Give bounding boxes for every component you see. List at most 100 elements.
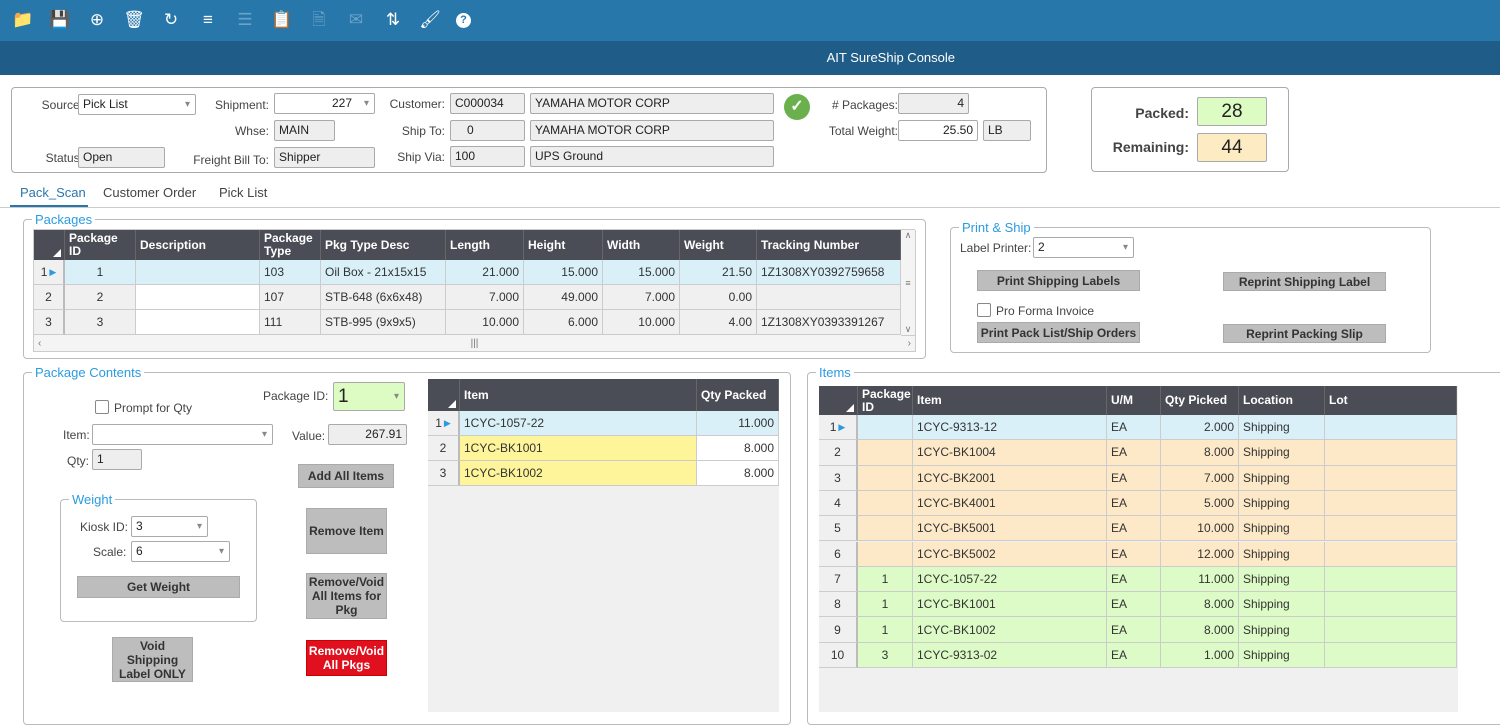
table-cell[interactable]: 103 [260,260,321,285]
table-cell[interactable]: EA [1107,516,1161,542]
row-number[interactable]: 1 ▶ [428,411,460,436]
void-shipping-label-button[interactable]: Void Shipping Label ONLY [112,637,193,682]
row-number[interactable]: 10 [819,642,858,668]
column-header[interactable]: Package ID [858,386,913,415]
label-printer-dropdown[interactable]: 2 [1033,237,1134,258]
table-cell[interactable]: 7.000 [446,285,524,310]
table-cell[interactable]: 1 [858,617,913,643]
row-number[interactable]: 6 [819,541,858,567]
table-cell[interactable]: 11.000 [697,411,779,436]
table-cell[interactable]: Shipping [1239,592,1325,618]
table-cell[interactable]: EA [1107,642,1161,668]
table-cell[interactable]: EA [1107,566,1161,593]
table-cell[interactable]: Shipping [1239,490,1325,517]
table-cell[interactable]: 107 [260,285,321,310]
table-cell[interactable]: 1CYC-BK5002 [913,541,1107,567]
table-cell[interactable]: 21.000 [446,260,524,285]
column-header[interactable]: Weight [680,230,757,260]
table-cell[interactable]: 1CYC-BK2001 [913,465,1107,491]
refresh-icon[interactable]: ↻ [160,9,182,31]
table-cell[interactable] [1325,440,1457,466]
table-cell[interactable]: 1CYC-BK1002 [913,617,1107,643]
item-dropdown[interactable] [92,424,273,445]
help-icon[interactable]: ? [456,13,471,28]
table-cell[interactable]: 1Z1308XY0392759658 [757,260,901,285]
table-cell[interactable] [858,541,913,567]
table-cell[interactable]: EA [1107,541,1161,567]
column-header[interactable]: Tracking Number [757,230,901,260]
column-header[interactable]: Height [524,230,603,260]
vertical-scrollbar[interactable]: ∧ ≡ ∨ [901,230,916,336]
table-cell[interactable]: 8.000 [697,461,779,486]
table-cell[interactable]: 5.000 [1161,490,1239,517]
table-cell[interactable]: EA [1107,617,1161,643]
table-cell[interactable]: 8.000 [1161,440,1239,466]
table-cell[interactable]: 6.000 [524,310,603,335]
column-header[interactable]: Lot [1325,386,1457,415]
table-cell[interactable] [1325,465,1457,491]
table-cell[interactable]: Shipping [1239,642,1325,668]
row-number[interactable]: 1 ▶ [819,415,858,441]
table-cell[interactable]: 1CYC-BK1004 [913,440,1107,466]
row-number[interactable]: 1 ▶ [34,260,65,285]
table-cell[interactable]: 1CYC-BK1002 [460,461,697,486]
table-cell[interactable]: 2 [65,285,136,310]
row-number[interactable]: 3 [34,310,65,335]
table-cell[interactable] [1325,541,1457,567]
table-cell[interactable]: 1CYC-1057-22 [913,566,1107,593]
package-id-dropdown[interactable]: 1 [333,382,405,411]
row-number[interactable]: 3 [819,465,858,491]
table-cell[interactable]: STB-995 (9x9x5) [321,310,446,335]
table-cell[interactable] [136,260,260,285]
column-header[interactable]: Pkg Type Desc [321,230,446,260]
pro-forma-checkbox[interactable] [977,303,991,317]
print-shipping-labels-button[interactable]: Print Shipping Labels [977,270,1140,291]
table-cell[interactable]: 111 [260,310,321,335]
add-all-items-button[interactable]: Add All Items [298,464,394,488]
table-cell[interactable] [1325,415,1457,441]
reprint-shipping-label-button[interactable]: Reprint Shipping Label [1223,272,1386,291]
table-cell[interactable]: 3 [65,310,136,335]
table-cell[interactable]: 15.000 [603,260,680,285]
column-header[interactable]: Description [136,230,260,260]
table-cell[interactable] [1325,516,1457,542]
table-cell[interactable]: 1CYC-9313-02 [913,642,1107,668]
table-cell[interactable]: 4.00 [680,310,757,335]
column-header[interactable]: Qty Picked [1161,386,1239,415]
table-cell[interactable]: 10.000 [446,310,524,335]
source-dropdown[interactable]: Pick List [78,94,196,115]
column-header[interactable]: Qty Packed [697,379,779,411]
table-cell[interactable] [858,440,913,466]
scale-dropdown[interactable]: 6 [131,541,230,562]
table-cell[interactable] [136,285,260,310]
get-weight-button[interactable]: Get Weight [77,576,240,598]
table-cell[interactable]: Shipping [1239,465,1325,491]
table-cell[interactable]: Shipping [1239,516,1325,542]
table-cell[interactable] [1325,592,1457,618]
table-cell[interactable] [858,465,913,491]
column-header[interactable]: Item [913,386,1107,415]
qty-field[interactable]: 1 [92,449,142,470]
table-cell[interactable]: 12.000 [1161,541,1239,567]
row-header-corner[interactable] [819,386,858,415]
table-cell[interactable]: 1CYC-BK5001 [913,516,1107,542]
table-cell[interactable]: 21.50 [680,260,757,285]
table-cell[interactable]: STB-648 (6x6x48) [321,285,446,310]
table-cell[interactable]: 7.000 [1161,465,1239,491]
table-cell[interactable]: EA [1107,415,1161,441]
crosshair-icon[interactable]: ⊕ [86,9,108,31]
shipment-dropdown[interactable]: 227 [274,93,375,114]
table-cell[interactable]: 11.000 [1161,566,1239,593]
table-cell[interactable] [858,516,913,542]
table-cell[interactable]: 7.000 [603,285,680,310]
table-cell[interactable]: 1 [65,260,136,285]
trash-icon[interactable]: 🗑 [123,9,145,31]
row-number[interactable]: 9 [819,617,858,643]
table-cell[interactable]: 1CYC-1057-22 [460,411,697,436]
table-cell[interactable] [136,310,260,335]
row-number[interactable]: 2 [819,440,858,466]
table-cell[interactable]: 0.00 [680,285,757,310]
remove-void-all-pkgs-button[interactable]: Remove/Void All Pkgs [306,640,387,676]
folder-open-icon[interactable]: 📁 [12,9,34,31]
table-cell[interactable] [1325,642,1457,668]
